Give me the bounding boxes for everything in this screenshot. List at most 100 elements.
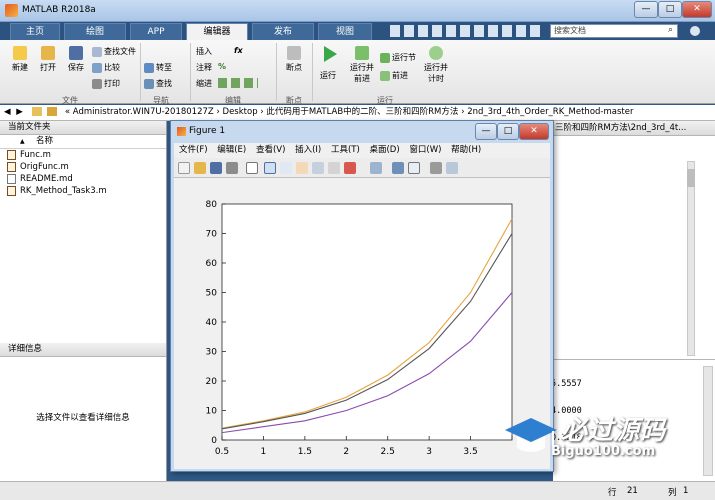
y-tick-label: 60 <box>206 259 218 269</box>
menu-window[interactable]: 窗口(W) <box>409 145 441 155</box>
address-bar[interactable]: ◀ ▶ « Administrator.WIN7U-20180127Z › De… <box>0 105 715 121</box>
menu-help[interactable]: 帮助(H) <box>451 145 481 155</box>
zoom-out-icon[interactable] <box>280 162 292 174</box>
print-button[interactable]: 打印 <box>92 78 120 89</box>
x-tick-label: 2.5 <box>381 447 395 457</box>
run-and-advance-button[interactable]: 运行并 前进 <box>348 46 376 84</box>
file-item[interactable]: Func.m <box>0 149 166 161</box>
app-title: MATLAB R2018a <box>22 5 96 15</box>
current-folder-panel: 当前文件夹 ▲ 名称 Func.m OrigFunc.m README.md R… <box>0 121 167 496</box>
open-folder-icon <box>41 46 55 60</box>
open-icon[interactable] <box>194 162 206 174</box>
file-item[interactable]: RK_Method_Task3.m <box>0 185 166 197</box>
figure-maximize-button[interactable]: □ <box>497 123 519 140</box>
x-tick-label: 3 <box>426 447 432 457</box>
y-tick-label: 20 <box>206 377 218 387</box>
watermark-title: 必过源码 <box>561 416 666 446</box>
tab-home[interactable]: 主页 <box>10 23 60 40</box>
legend-icon[interactable] <box>408 162 420 174</box>
x-tick-label: 0.5 <box>215 447 229 457</box>
indent-button[interactable]: 缩进 <box>196 78 212 89</box>
save-button[interactable]: 保存 <box>62 46 90 73</box>
name-column-header[interactable]: ▲ 名称 <box>0 135 166 149</box>
tab-editor[interactable]: 编辑器 <box>186 23 248 40</box>
run-icon <box>324 46 337 62</box>
ribbon-separator <box>190 43 191 101</box>
comment-button[interactable]: 注释 <box>196 62 212 73</box>
format-icons[interactable] <box>218 78 258 88</box>
find-label: 查找 <box>156 79 172 88</box>
advance-icon <box>380 70 390 81</box>
text-file-icon <box>7 174 16 184</box>
title-bar: MATLAB R2018a — □ ✕ <box>0 0 715 22</box>
tab-apps[interactable]: APP <box>130 23 182 40</box>
breakpoint-label: 断点 <box>286 63 302 72</box>
menu-tools[interactable]: 工具(T) <box>331 145 360 155</box>
new-file-icon <box>13 46 27 60</box>
figure-minimize-button[interactable]: — <box>475 123 497 140</box>
tab-publish[interactable]: 发布 <box>252 23 314 40</box>
figure-close-button[interactable]: ✕ <box>519 123 549 140</box>
search-input[interactable]: 搜索文档 <box>550 24 678 38</box>
goto-button[interactable]: 转至 <box>144 62 172 73</box>
file-item[interactable]: README.md <box>0 173 166 185</box>
quick-access-toolbar[interactable] <box>390 25 540 37</box>
insert-button[interactable]: 插入 <box>196 46 212 57</box>
menu-file[interactable]: 文件(F) <box>179 145 208 155</box>
new-figure-icon[interactable] <box>178 162 190 174</box>
advance-button[interactable]: 前进 <box>380 70 408 81</box>
find-files-button[interactable]: 查找文件 <box>92 46 136 57</box>
tab-plots[interactable]: 绘图 <box>64 23 126 40</box>
search-icon[interactable]: ⌕ <box>668 25 673 35</box>
figure-window[interactable]: Figure 1 — □ ✕ 文件(F) 编辑(E) 查看(V) 插入(I) 工… <box>170 120 554 472</box>
find-button[interactable]: 查找 <box>144 78 172 89</box>
data-cursor-icon[interactable] <box>328 162 340 174</box>
editor-scroll-thumb[interactable] <box>687 169 695 187</box>
run-label: 运行 <box>320 71 336 80</box>
close-button[interactable]: ✕ <box>682 1 712 18</box>
run-and-time-button[interactable]: 运行并 计时 <box>422 46 450 84</box>
folder-up-icon[interactable] <box>31 107 42 116</box>
nav-back-icon[interactable]: ◀ <box>4 107 11 117</box>
open-button[interactable]: 打开 <box>34 46 62 73</box>
save-button-label: 保存 <box>68 63 84 72</box>
maximize-button[interactable]: □ <box>658 1 682 18</box>
pan-icon[interactable] <box>296 162 308 174</box>
save-icon[interactable] <box>210 162 222 174</box>
brush-icon[interactable] <box>344 162 356 174</box>
pointer-icon[interactable] <box>246 162 258 174</box>
percent-button[interactable]: % <box>218 62 226 71</box>
menu-insert[interactable]: 插入(I) <box>295 145 321 155</box>
hide-tools-icon[interactable] <box>430 162 442 174</box>
rotate-icon[interactable] <box>312 162 324 174</box>
dock-icon[interactable] <box>446 162 458 174</box>
y-tick-label: 80 <box>206 200 218 210</box>
menu-desktop[interactable]: 桌面(D) <box>369 145 399 155</box>
comment-label: 注释 <box>196 63 212 72</box>
print-icon[interactable] <box>226 162 238 174</box>
colorbar-icon[interactable] <box>392 162 404 174</box>
zoom-in-icon[interactable] <box>264 162 276 174</box>
editor-tab[interactable]: 三阶和四阶RM方法\2nd_3rd_4t... <box>553 121 715 136</box>
breakpoint-button[interactable]: 断点 <box>280 46 308 73</box>
menu-view[interactable]: 查看(V) <box>256 145 285 155</box>
menu-edit[interactable]: 编辑(E) <box>217 145 246 155</box>
fx-button[interactable]: fx <box>234 46 243 55</box>
file-item[interactable]: OrigFunc.m <box>0 161 166 173</box>
tab-view[interactable]: 视图 <box>318 23 372 40</box>
help-icon[interactable] <box>690 26 700 36</box>
minimize-button[interactable]: — <box>634 1 658 18</box>
browse-folder-icon[interactable] <box>47 107 58 116</box>
editor-tab-label: 三阶和四阶RM方法\2nd_3rd_4t... <box>555 123 687 133</box>
new-button[interactable]: 新建 <box>6 46 34 73</box>
compare-button[interactable]: 比较 <box>92 62 120 73</box>
open-button-label: 打开 <box>40 63 56 72</box>
y-tick-label: 40 <box>206 318 218 328</box>
save-icon <box>69 46 83 60</box>
editor-scrollbar[interactable] <box>687 161 695 356</box>
run-section-button[interactable]: 运行节 <box>380 52 416 63</box>
find-files-icon <box>92 46 102 57</box>
nav-forward-icon[interactable]: ▶ <box>16 107 23 117</box>
link-icon[interactable] <box>370 162 382 174</box>
current-path[interactable]: « Administrator.WIN7U-20180127Z › Deskto… <box>65 107 634 117</box>
